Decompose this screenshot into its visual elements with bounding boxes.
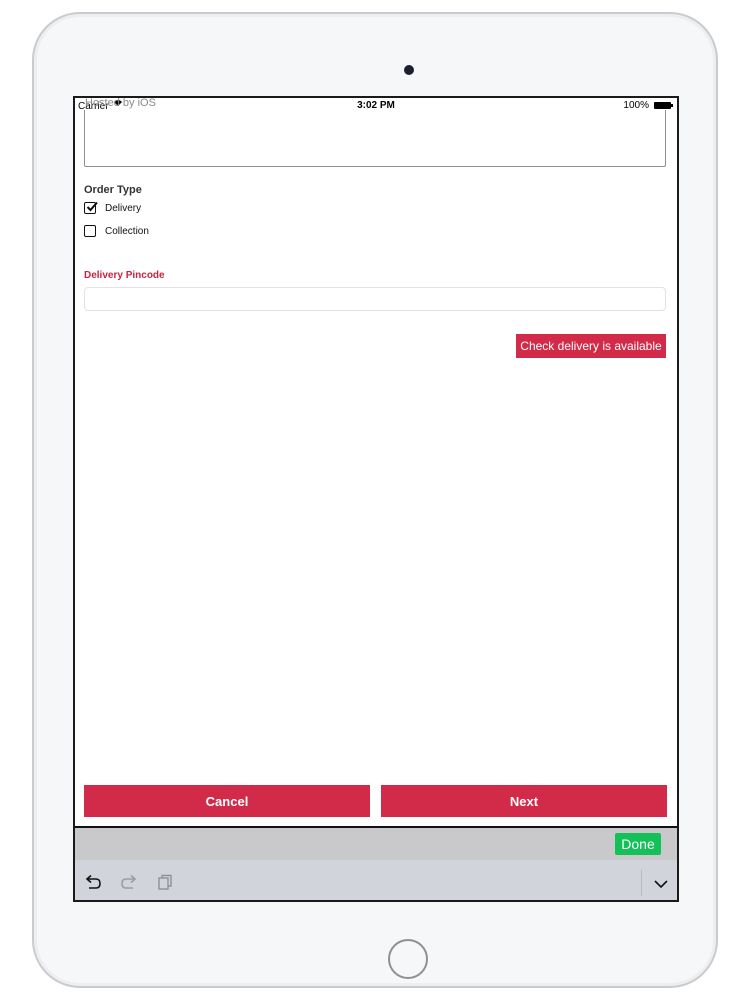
battery-icon (654, 102, 673, 109)
check-delivery-button[interactable]: Check delivery is available (516, 334, 666, 358)
delivery-pincode-input[interactable] (84, 287, 666, 311)
checkbox-checked-icon[interactable] (84, 201, 98, 214)
home-button[interactable] (388, 939, 428, 979)
redo-icon[interactable] (120, 874, 138, 895)
order-type-option-delivery[interactable]: Delivery (84, 201, 142, 214)
checkbox-unchecked-icon[interactable] (84, 225, 96, 237)
option-label: Delivery (105, 202, 142, 214)
option-label: Collection (105, 225, 149, 237)
keyboard-shortcut-bar (75, 860, 677, 900)
front-camera (404, 65, 414, 75)
delivery-pincode-label: Delivery Pincode (84, 270, 165, 281)
next-button[interactable]: Next (381, 785, 667, 817)
app-screen: Carrier Hosted by iOS 3:02 PM 100% Order… (73, 96, 679, 902)
order-type-label: Order Type (84, 184, 142, 196)
keyboard-dismiss-icon[interactable] (653, 876, 669, 894)
undo-icon[interactable] (84, 874, 102, 895)
toolbar-separator (641, 870, 642, 896)
cancel-button[interactable]: Cancel (84, 785, 370, 817)
order-type-option-collection[interactable]: Collection (84, 225, 149, 237)
notes-textarea[interactable] (84, 110, 666, 167)
keyboard-accessory-bar: Done (75, 828, 677, 860)
done-button[interactable]: Done (615, 833, 661, 855)
paste-icon[interactable] (157, 874, 173, 895)
